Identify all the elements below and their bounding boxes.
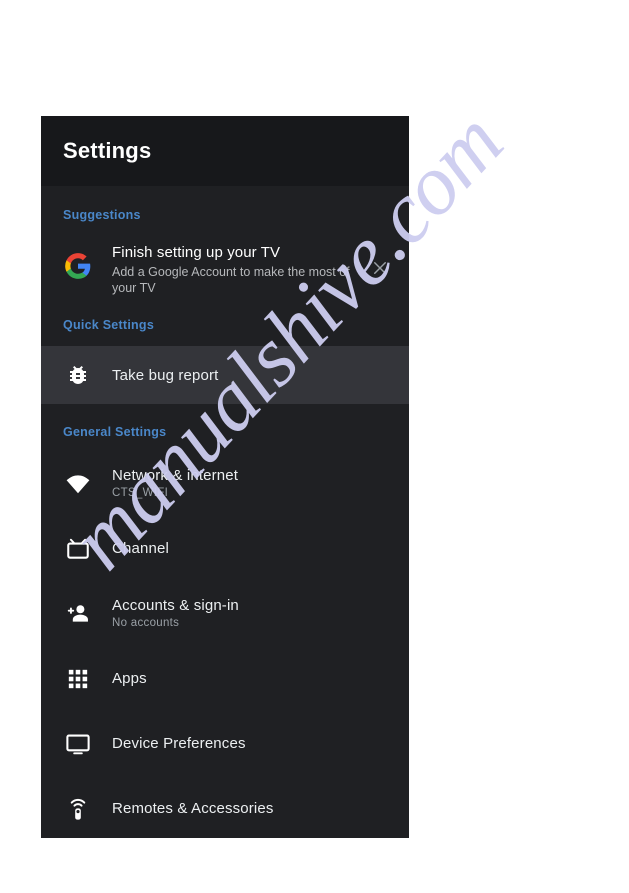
settings-item-label: Take bug report — [112, 366, 219, 384]
wifi-icon — [63, 471, 93, 497]
panel-header: Settings — [41, 116, 409, 186]
settings-item-sublabel: No accounts — [112, 617, 180, 629]
tv-icon — [63, 536, 93, 562]
settings-item-apps[interactable]: Apps — [41, 646, 409, 711]
settings-item-label: Remotes & Accessories — [112, 800, 274, 817]
settings-item-sublabel: CTS_WIFI — [112, 487, 169, 499]
settings-list: Suggestions Finish setting up your TV Ad… — [41, 186, 409, 838]
google-logo-icon — [63, 252, 93, 280]
settings-item-text: Remotes & Accessories — [93, 799, 274, 818]
settings-item-label: Network & internet — [112, 467, 239, 484]
settings-item-take-bug-report[interactable]: Take bug report — [41, 346, 409, 404]
settings-item-label: Device Preferences — [112, 735, 246, 752]
suggestion-card-text: Finish setting up your TV Add a Google A… — [93, 243, 367, 296]
settings-item-remotes-accessories[interactable]: Remotes & Accessories — [41, 776, 409, 838]
section-label-suggestions: Suggestions — [63, 208, 141, 222]
settings-item-label: Apps — [112, 670, 147, 687]
settings-item-text: Take bug report — [93, 366, 218, 385]
suggestion-title: Finish setting up your TV — [112, 244, 281, 261]
settings-item-network-internet[interactable]: Network & internet CTS_WIFI — [41, 451, 409, 516]
settings-item-text: Apps — [93, 669, 147, 688]
settings-item-accounts-sign-in[interactable]: Accounts & sign-in No accounts — [41, 581, 409, 646]
section-label-quick-settings: Quick Settings — [63, 318, 155, 332]
settings-item-label: Channel — [112, 540, 169, 557]
settings-item-text: Network & internet CTS_WIFI — [93, 466, 238, 501]
suggestion-subtitle: Add a Google Account to make the most of… — [112, 265, 350, 295]
bug-icon — [63, 363, 93, 387]
settings-panel: Settings Suggestions Finish setting up y… — [41, 116, 409, 838]
settings-item-label: Accounts & sign-in — [112, 597, 239, 614]
apps-grid-icon — [63, 668, 93, 690]
settings-item-device-preferences[interactable]: Device Preferences — [41, 711, 409, 776]
close-icon[interactable] — [367, 255, 393, 281]
settings-item-text: Accounts & sign-in No accounts — [93, 596, 239, 631]
settings-item-channel[interactable]: Channel — [41, 516, 409, 581]
suggestion-card[interactable]: Finish setting up your TV Add a Google A… — [41, 222, 409, 296]
settings-item-text: Channel — [93, 539, 169, 558]
general-settings-list: Network & internet CTS_WIFI Channel Acco… — [41, 439, 409, 838]
person-add-icon — [63, 601, 93, 627]
remote-icon — [63, 796, 93, 822]
settings-item-text: Device Preferences — [93, 734, 246, 753]
monitor-icon — [63, 731, 93, 757]
page-title: Settings — [63, 138, 152, 163]
section-label-general-settings: General Settings — [63, 425, 167, 439]
